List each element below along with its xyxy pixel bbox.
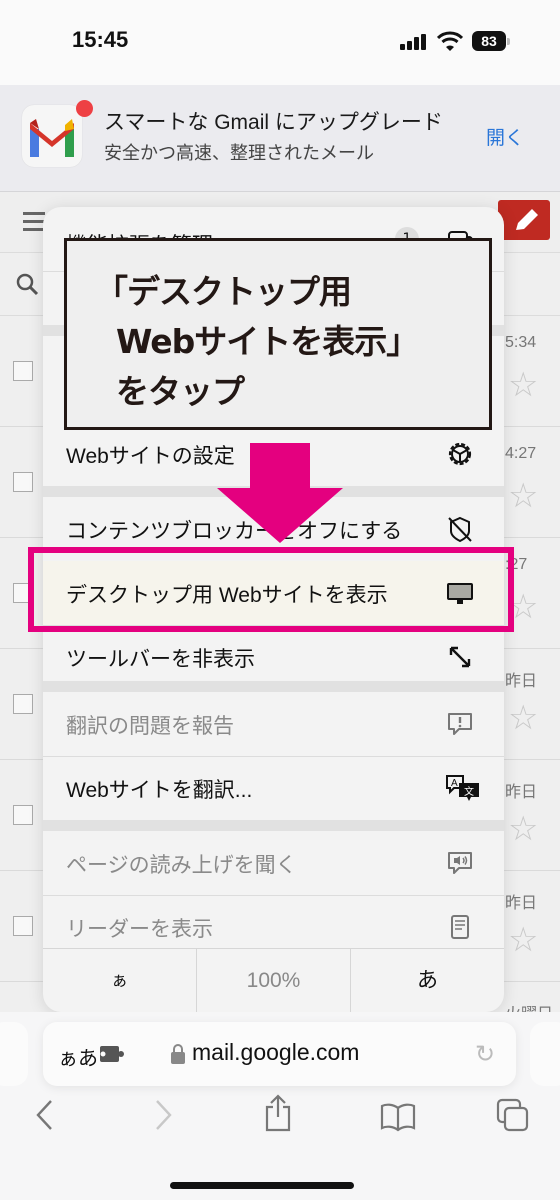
gmail-app-icon	[22, 105, 82, 167]
menu-item-report-translation-issue[interactable]: 翻訳の問題を報告	[43, 692, 504, 757]
speaker-bubble-icon	[448, 852, 472, 874]
extension-icon[interactable]	[100, 1045, 126, 1063]
star-icon[interactable]: ☆	[508, 923, 538, 957]
mail-time: 昨日	[505, 895, 538, 912]
open-app-button[interactable]: 開く	[486, 123, 524, 150]
url-text[interactable]: mail.google.com	[192, 1039, 359, 1066]
menu-section-gap	[43, 681, 504, 692]
menu-item-listen-to-page[interactable]: ページの読み上げを聞く	[43, 831, 504, 896]
back-icon[interactable]	[33, 1098, 55, 1132]
translate-icon: A 文	[446, 775, 479, 801]
search-icon	[16, 273, 39, 296]
mail-time: 昨日	[505, 784, 538, 801]
status-time: 15:45	[72, 27, 129, 52]
previous-tab-peek[interactable]	[0, 1022, 28, 1086]
battery-indicator: 83	[472, 31, 506, 51]
pointer-arrow-icon	[217, 443, 343, 543]
mail-time: 4:27	[505, 445, 537, 462]
cellular-signal-icon	[400, 34, 426, 50]
reload-icon[interactable]: ↻	[475, 1040, 495, 1068]
notification-badge	[76, 100, 93, 117]
menu-item-translate-website[interactable]: Webサイトを翻訳... A 文	[43, 756, 504, 821]
instruction-callout: 「デスクトップ用 Webサイトを表示」 をタップ	[64, 238, 492, 430]
gear-icon	[448, 442, 472, 466]
pencil-icon	[516, 209, 538, 230]
gmail-logo-icon	[30, 119, 74, 157]
text-zoom-control: ぁ 100% あ	[43, 948, 504, 1012]
forward-icon[interactable]	[153, 1098, 175, 1132]
svg-text:文: 文	[464, 785, 474, 798]
mail-checkbox[interactable]	[13, 805, 33, 825]
bookmarks-icon[interactable]	[380, 1102, 416, 1132]
highlight-frame	[28, 547, 514, 632]
increase-text-size-button[interactable]: あ	[351, 949, 504, 1012]
exclamation-bubble-icon	[448, 713, 472, 735]
wifi-icon	[437, 31, 463, 51]
banner-title: スマートな Gmail にアップグレード	[104, 111, 443, 134]
mail-time: 昨日	[505, 673, 538, 690]
page-menu-button[interactable]: ぁあ	[58, 1042, 98, 1071]
next-tab-peek[interactable]	[530, 1022, 560, 1086]
mail-time: 5:34	[505, 334, 537, 351]
menu-section-gap	[43, 820, 504, 831]
shield-slash-icon	[448, 516, 472, 543]
banner-subtitle: 安全かつ高速、整理されたメール	[104, 143, 374, 163]
mail-checkbox[interactable]	[13, 361, 33, 381]
star-icon[interactable]: ☆	[508, 701, 538, 735]
battery-cap	[507, 38, 510, 45]
lock-icon	[171, 1044, 185, 1064]
compose-button[interactable]	[498, 200, 550, 240]
instruction-text: 「デスクトップ用 Webサイトを表示」 をタップ	[95, 272, 419, 411]
mail-checkbox[interactable]	[13, 472, 33, 492]
star-icon[interactable]: ☆	[508, 479, 538, 513]
reader-doc-icon	[451, 915, 469, 939]
star-icon[interactable]: ☆	[508, 368, 538, 402]
home-indicator	[170, 1182, 354, 1189]
tabs-icon[interactable]	[496, 1098, 530, 1134]
star-icon[interactable]: ☆	[508, 812, 538, 846]
expand-arrows-icon	[449, 646, 471, 668]
hamburger-menu-icon[interactable]	[23, 212, 45, 236]
share-icon[interactable]	[263, 1093, 293, 1133]
mail-checkbox[interactable]	[13, 916, 33, 936]
svg-text:A: A	[451, 778, 458, 789]
decrease-text-size-button[interactable]: ぁ	[43, 949, 196, 1012]
text-zoom-level[interactable]: 100%	[197, 949, 350, 1012]
mail-checkbox[interactable]	[13, 694, 33, 714]
